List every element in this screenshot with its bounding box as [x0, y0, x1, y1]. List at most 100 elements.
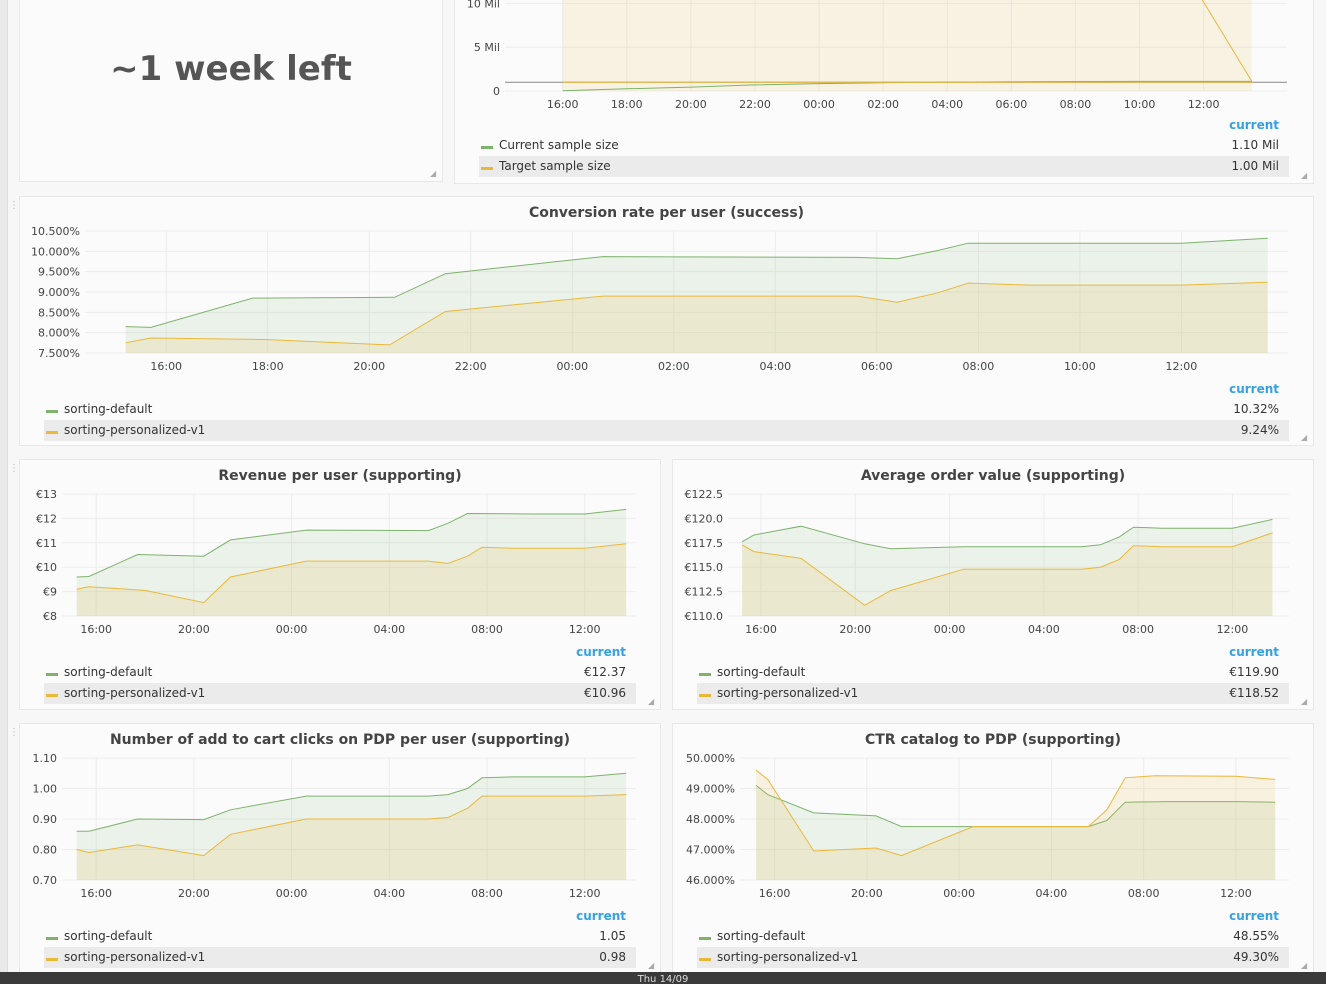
legend-series-current: €118.52 — [1229, 686, 1279, 700]
x-tick-label: 04:00 — [373, 623, 405, 636]
x-tick-label: 16:00 — [150, 360, 182, 373]
legend-row[interactable]: sorting-default 48.55% — [697, 926, 1289, 947]
legend-row[interactable]: sorting-default €119.90 — [697, 662, 1289, 683]
x-tick-label: 20:00 — [851, 887, 883, 900]
legend-header: current — [576, 645, 626, 659]
panel-atc: Number of add to cart clicks on PDP per … — [19, 723, 661, 974]
x-tick-label: 22:00 — [455, 360, 487, 373]
series-swatch — [699, 673, 711, 676]
y-tick-label: €8 — [43, 610, 57, 623]
legend-sample: current Current sample size 1.10 Mil Tar… — [479, 115, 1289, 177]
legend-ctr: current sorting-default 48.55% sorting-p… — [697, 906, 1289, 968]
chart-revenue: €8 €9 €10 €11 €12 €13 16:00 20:00 00:00 04:00 08:0… — [36, 488, 636, 636]
x-tick-label: 12:00 — [1220, 887, 1252, 900]
x-tick-label: 04:00 — [931, 98, 963, 111]
singlestat-value: ~1 week left — [110, 49, 352, 89]
legend-series-name: sorting-default — [717, 929, 806, 943]
panel-aov: Average order value (supporting) €110.0 €… — [672, 459, 1314, 710]
series-swatch — [46, 410, 58, 413]
y-tick-label: 49.000% — [686, 783, 735, 796]
legend-row[interactable]: sorting-default 1.05 — [44, 926, 636, 947]
y-tick-label: 9.000% — [38, 286, 80, 299]
legend-row[interactable]: sorting-default €12.37 — [44, 662, 636, 683]
x-tick-label: 12:00 — [1217, 623, 1249, 636]
legend-row[interactable]: sorting-default 10.32% — [44, 399, 1289, 420]
x-tick-label: 18:00 — [611, 98, 643, 111]
legend-series-current: 1.10 Mil — [1231, 138, 1279, 152]
y-tick-label: 1.00 — [33, 783, 58, 796]
resize-handle-icon[interactable]: ◢ — [1301, 962, 1309, 970]
y-tick-label: €115.0 — [685, 561, 724, 574]
resize-handle-icon[interactable]: ◢ — [648, 698, 656, 706]
legend-series-name: sorting-default — [717, 665, 806, 679]
x-tick-label: 20:00 — [353, 360, 385, 373]
resize-handle-icon[interactable]: ◢ — [648, 962, 656, 970]
legend-conversion: current sorting-default 10.32% sorting-p… — [44, 379, 1289, 441]
legend-series-name: sorting-personalized-v1 — [717, 950, 859, 964]
x-tick-label: 16:00 — [547, 98, 579, 111]
x-tick-label: 16:00 — [745, 623, 777, 636]
x-tick-label: 16:00 — [80, 623, 112, 636]
x-tick-label: 06:00 — [996, 98, 1028, 111]
legend-series-current: 1.05 — [599, 929, 626, 943]
panel-sample: 0 5 Mil 10 Mil 16:00 18:00 20:00 22:00 00:00 02:… — [454, 0, 1314, 184]
x-tick-label: 10:00 — [1124, 98, 1156, 111]
series-swatch — [46, 673, 58, 676]
y-tick-label: €112.5 — [685, 586, 724, 599]
x-tick-label: 20:00 — [178, 623, 210, 636]
x-tick-label: 04:00 — [373, 887, 405, 900]
x-tick-label: 12:00 — [569, 623, 601, 636]
y-tick-label: €9 — [43, 586, 57, 599]
chart-sample: 0 5 Mil 10 Mil 16:00 18:00 20:00 22:00 00:00 02:… — [467, 0, 1287, 111]
series-swatch — [46, 937, 58, 940]
legend-series-name: sorting-personalized-v1 — [64, 423, 206, 437]
x-tick-label: 00:00 — [934, 623, 966, 636]
bottom-time-bar: Thu 14/09 — [0, 972, 1326, 984]
y-tick-label: 5 Mil — [474, 41, 500, 54]
x-tick-label: 16:00 — [80, 887, 112, 900]
legend-row[interactable]: sorting-personalized-v1 €10.96 — [44, 683, 636, 704]
x-tick-label: 02:00 — [658, 360, 690, 373]
legend-series-name: sorting-default — [64, 929, 153, 943]
y-tick-label: €13 — [36, 488, 57, 501]
y-tick-label: 8.000% — [38, 327, 80, 340]
x-tick-label: 04:00 — [1028, 623, 1060, 636]
y-tick-label: €11 — [36, 537, 57, 550]
legend-row[interactable]: sorting-personalized-v1 49.30% — [697, 947, 1289, 968]
resize-handle-icon[interactable]: ◢ — [1301, 698, 1309, 706]
x-tick-label: 22:00 — [739, 98, 771, 111]
legend-series-current: 49.30% — [1233, 950, 1279, 964]
x-tick-label: 00:00 — [276, 623, 308, 636]
legend-row[interactable]: sorting-personalized-v1 0.98 — [44, 947, 636, 968]
y-tick-label: 1.10 — [33, 752, 58, 765]
series-swatch — [481, 167, 493, 170]
legend-row[interactable]: Current sample size 1.10 Mil — [479, 135, 1289, 156]
legend-row[interactable]: Target sample size 1.00 Mil — [479, 156, 1289, 177]
series-swatch — [699, 958, 711, 961]
legend-series-current: 9.24% — [1240, 423, 1279, 437]
y-tick-label: €12 — [36, 512, 57, 525]
x-tick-label: 16:00 — [759, 887, 791, 900]
series-swatch — [481, 146, 493, 149]
x-tick-label: 02:00 — [867, 98, 899, 111]
legend-series-current: 48.55% — [1233, 929, 1279, 943]
legend-row[interactable]: sorting-personalized-v1 €118.52 — [697, 683, 1289, 704]
chart-aov: €110.0 €112.5 €115.0 €117.5 €120.0 €122.5 16:0… — [685, 488, 1289, 636]
x-tick-label: 00:00 — [943, 887, 975, 900]
x-tick-label: 20:00 — [839, 623, 871, 636]
legend-series-name: sorting-default — [64, 402, 153, 416]
resize-handle-icon[interactable]: ◢ — [430, 170, 438, 178]
y-tick-label: 50.000% — [686, 752, 735, 765]
legend-header: current — [1229, 909, 1279, 923]
x-tick-label: 18:00 — [252, 360, 284, 373]
legend-series-current: €119.90 — [1229, 665, 1279, 679]
legend-row[interactable]: sorting-personalized-v1 9.24% — [44, 420, 1289, 441]
y-tick-label: 9.500% — [38, 266, 80, 279]
x-tick-label: 20:00 — [178, 887, 210, 900]
legend-series-current: 0.98 — [599, 950, 626, 964]
y-tick-label: 0.70 — [33, 874, 58, 887]
series-swatch — [46, 694, 58, 697]
resize-handle-icon[interactable]: ◢ — [1301, 172, 1309, 180]
resize-handle-icon[interactable]: ◢ — [1301, 434, 1309, 442]
legend-series-current: 10.32% — [1233, 402, 1279, 416]
